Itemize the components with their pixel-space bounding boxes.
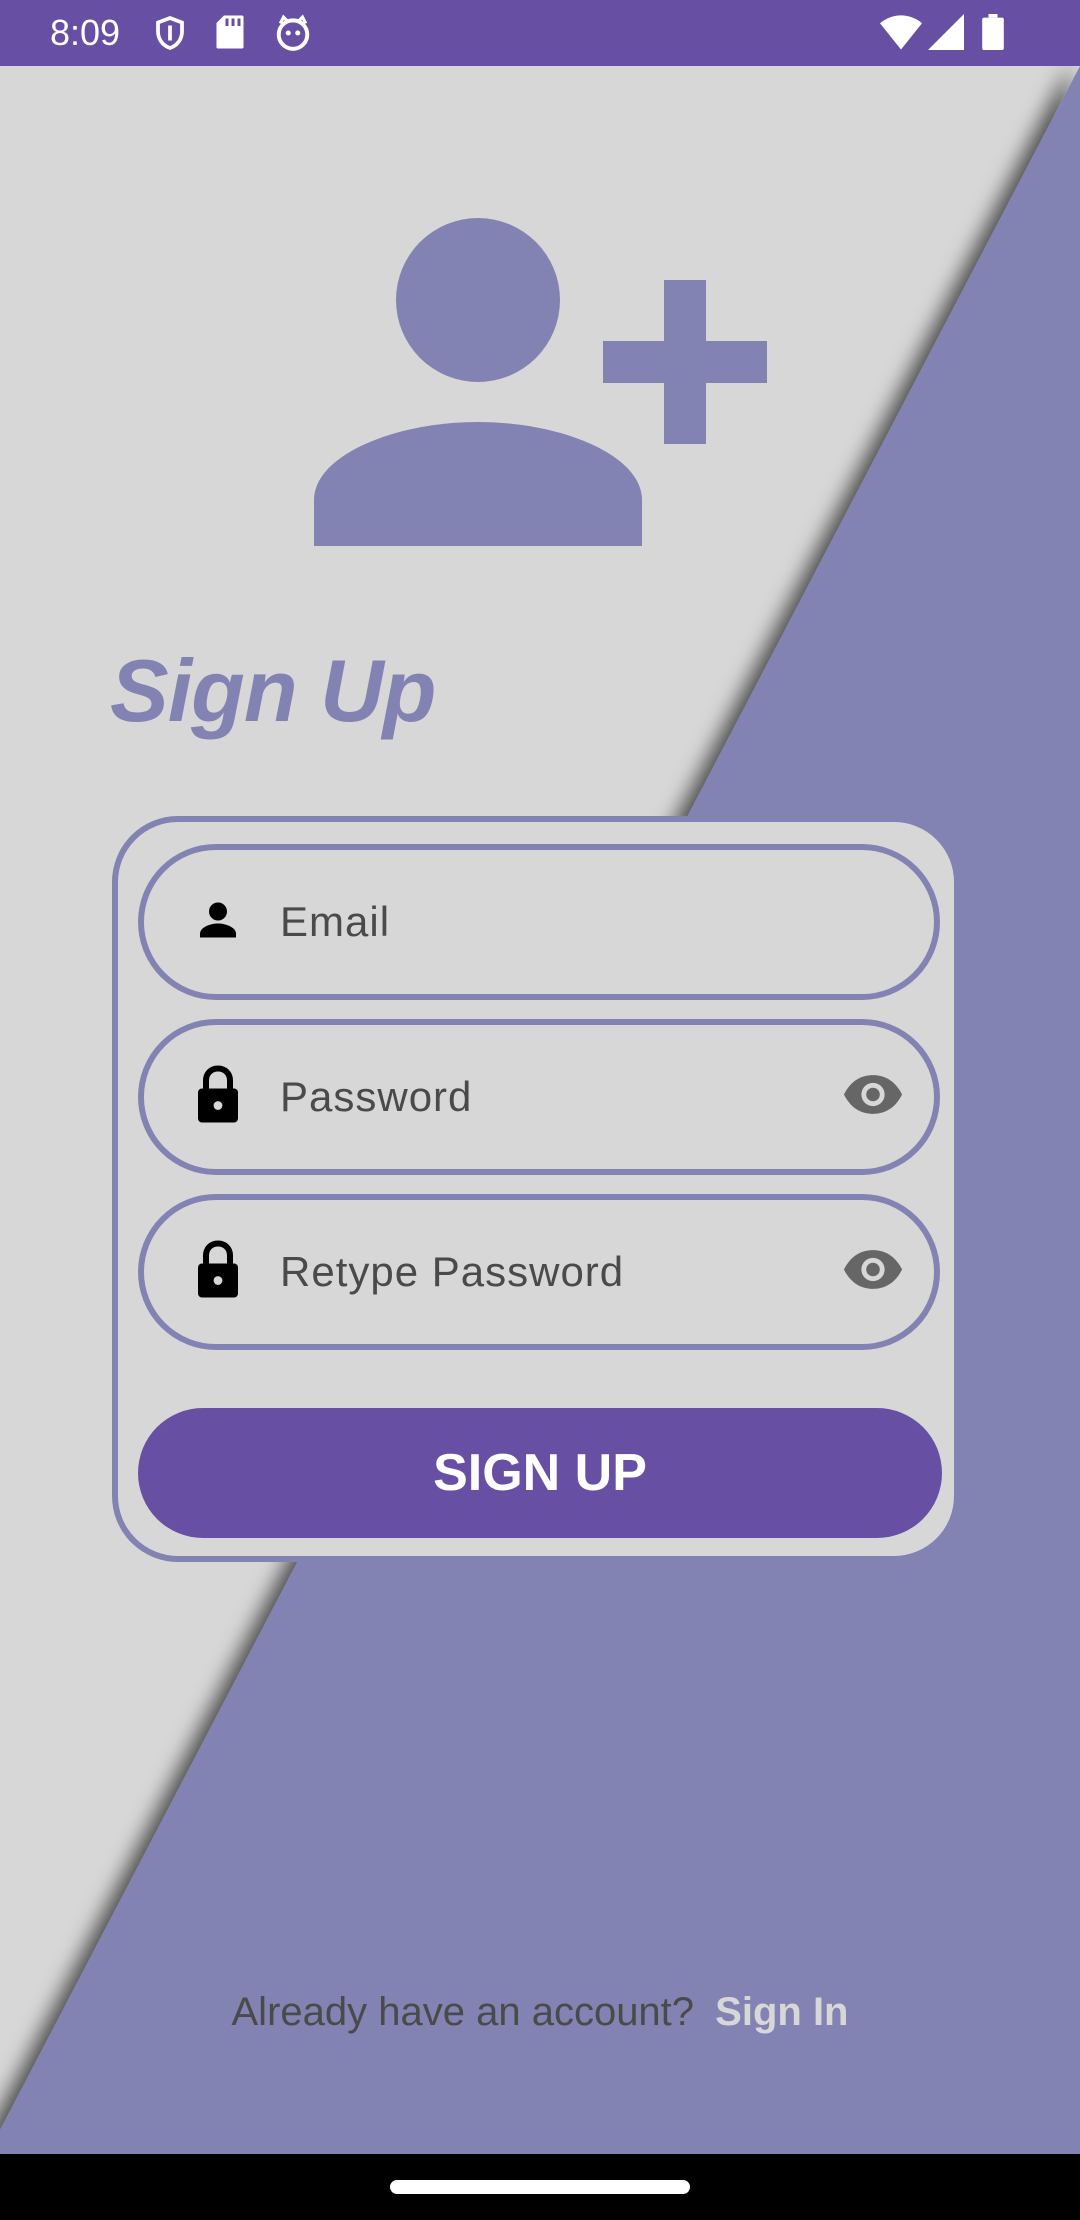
email-field-label: Email [280, 898, 391, 945]
cat-icon [274, 14, 312, 57]
lock-icon [194, 1240, 242, 1305]
retype-password-field[interactable]: Retype Password [138, 1194, 940, 1350]
email-field[interactable]: Email [138, 844, 940, 1000]
sign-up-button[interactable]: SIGN UP [138, 1408, 942, 1538]
retype-password-field-label: Retype Password [280, 1248, 625, 1295]
password-field[interactable]: Password [138, 1019, 940, 1175]
battery-icon [982, 14, 1004, 55]
lock-icon [194, 1065, 242, 1130]
sign-in-prompt: Already have an account? Sign In [0, 1990, 1080, 2035]
cell-signal-icon [928, 14, 964, 55]
page-title: Sign Up [110, 641, 436, 740]
wifi-icon [880, 14, 922, 55]
eye-icon[interactable] [842, 1248, 904, 1297]
sign-in-link[interactable]: Sign In [715, 1990, 848, 2034]
person-icon [194, 896, 242, 949]
add-person-icon [314, 218, 767, 546]
status-time: 8:09 [50, 12, 121, 53]
home-gesture-handle[interactable] [390, 2180, 690, 2194]
eye-icon[interactable] [842, 1073, 904, 1122]
shield-icon [152, 14, 188, 57]
sign-in-prompt-text: Already have an account? [231, 1990, 695, 2034]
sd-card-icon [214, 14, 246, 55]
status-bar: 8:09 [0, 0, 1080, 66]
password-field-label: Password [280, 1073, 473, 1120]
